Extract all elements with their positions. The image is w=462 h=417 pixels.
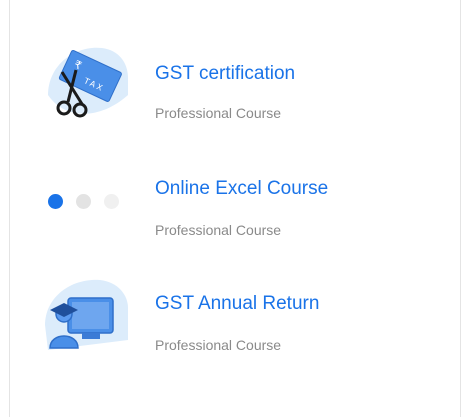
course-item-gst-certification[interactable]: ₹ TAX GST certification Professional Cou… — [10, 30, 460, 140]
graduate-computer-icon — [40, 270, 130, 360]
course-subtitle: Professional Course — [155, 337, 282, 353]
course-subtitle: Professional Course — [155, 105, 282, 121]
carousel-dots — [48, 194, 128, 210]
carousel-dot-2[interactable] — [76, 194, 91, 209]
course-title-link[interactable]: GST certification — [155, 63, 295, 85]
tax-scissors-icon: ₹ TAX — [40, 40, 130, 130]
carousel-dot-1[interactable] — [48, 194, 63, 209]
course-item-gst-annual-return[interactable]: GST Annual Return Professional Course — [10, 265, 460, 375]
course-subtitle: Professional Course — [155, 222, 282, 238]
course-title-link[interactable]: GST Annual Return — [155, 293, 319, 315]
course-title-link[interactable]: Online Excel Course — [155, 178, 328, 200]
course-list-panel: ₹ TAX GST certification Professional Cou… — [9, 0, 461, 417]
carousel-dot-3[interactable] — [104, 194, 119, 209]
